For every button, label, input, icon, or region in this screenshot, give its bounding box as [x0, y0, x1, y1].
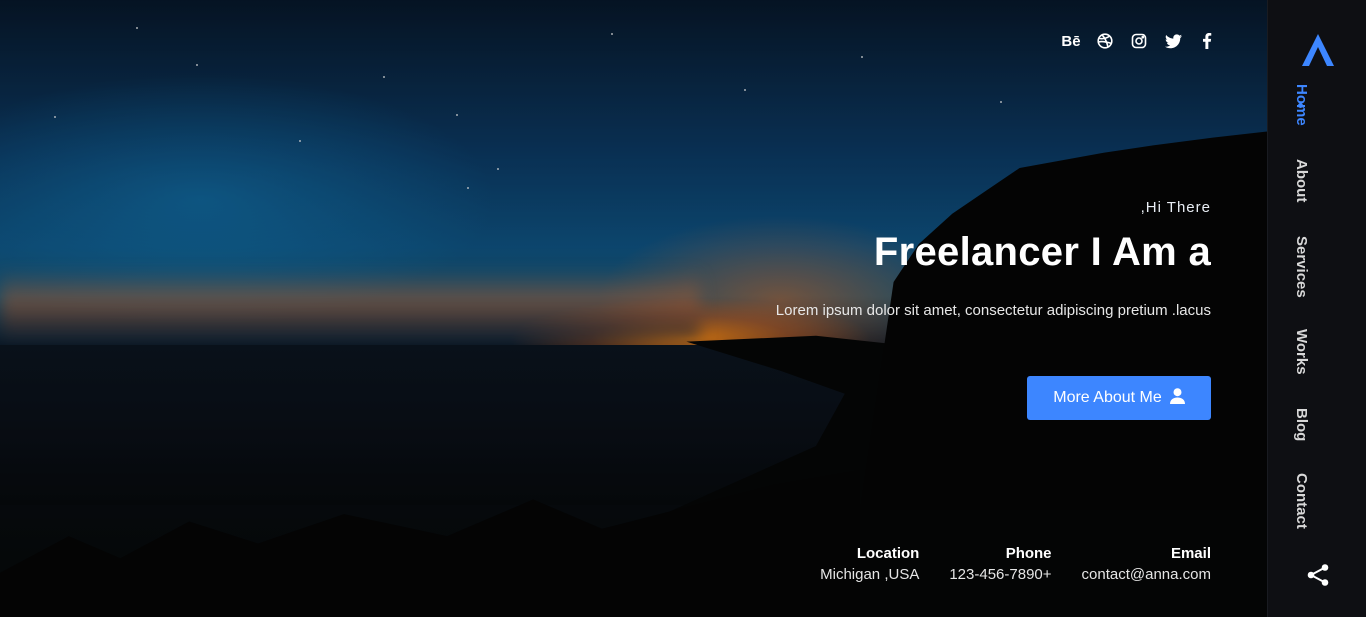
phone-value[interactable]: 123-456-7890+: [949, 566, 1051, 583]
more-about-me-button[interactable]: More About Me: [1027, 376, 1211, 420]
user-icon: [1169, 387, 1185, 409]
logo-icon[interactable]: [1300, 32, 1336, 68]
twitter-icon[interactable]: [1164, 31, 1182, 51]
location-label: Location: [856, 545, 920, 562]
phone-block: Phone 123-456-7890+: [949, 545, 1051, 583]
nav-item-services[interactable]: Services: [1293, 236, 1310, 298]
instagram-icon[interactable]: [1130, 31, 1148, 51]
nav-item-contact[interactable]: Contact: [1293, 473, 1310, 529]
location-value: Michigan ,USA: [820, 566, 920, 583]
headline: Freelancer I Am a: [873, 230, 1211, 274]
contact-info: Location Michigan ,USA Phone 123-456-789…: [820, 545, 1211, 583]
greeting: ,Hi There: [1140, 199, 1211, 216]
behance-icon[interactable]: Bē: [1061, 31, 1080, 51]
nav-item-about[interactable]: About: [1293, 159, 1310, 202]
intro-block: ,Hi There Freelancer I Am a Lorem ipsum …: [691, 199, 1211, 323]
location-block: Location Michigan ,USA: [820, 545, 919, 583]
sidebar-nav: Home About Services Works Blog Contact: [1267, 0, 1366, 617]
nav-item-blog[interactable]: Blog: [1293, 408, 1310, 441]
facebook-icon[interactable]: [1198, 31, 1216, 51]
phone-label: Phone: [1005, 545, 1052, 562]
nav-item-works[interactable]: Works: [1293, 329, 1310, 375]
email-value[interactable]: contact@anna.com: [1082, 566, 1211, 583]
share-icon[interactable]: [1306, 563, 1330, 587]
email-label: Email: [1170, 545, 1211, 562]
cta-label: More About Me: [1053, 389, 1162, 406]
dribbble-icon[interactable]: [1096, 31, 1114, 51]
social-links: Bē: [1061, 31, 1216, 51]
nav-item-home[interactable]: Home: [1293, 84, 1310, 126]
intro-description: Lorem ipsum dolor sit amet, consectetur …: [775, 302, 1211, 319]
email-block: Email contact@anna.com: [1082, 545, 1211, 583]
